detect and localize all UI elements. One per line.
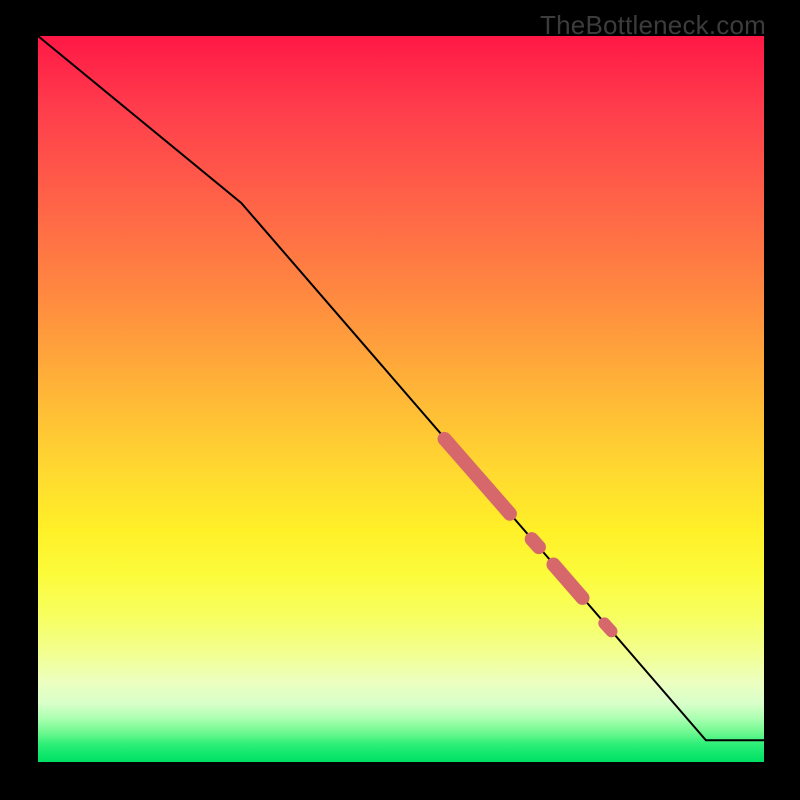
main-line [38,36,764,740]
highlight-segment [604,623,611,631]
highlight-group [445,439,612,631]
plot-area [38,36,764,762]
chart-frame: TheBottleneck.com [0,0,800,800]
highlight-segment [445,439,510,514]
highlight-segment [553,565,582,598]
highlight-segment [532,539,539,547]
chart-svg [38,36,764,762]
